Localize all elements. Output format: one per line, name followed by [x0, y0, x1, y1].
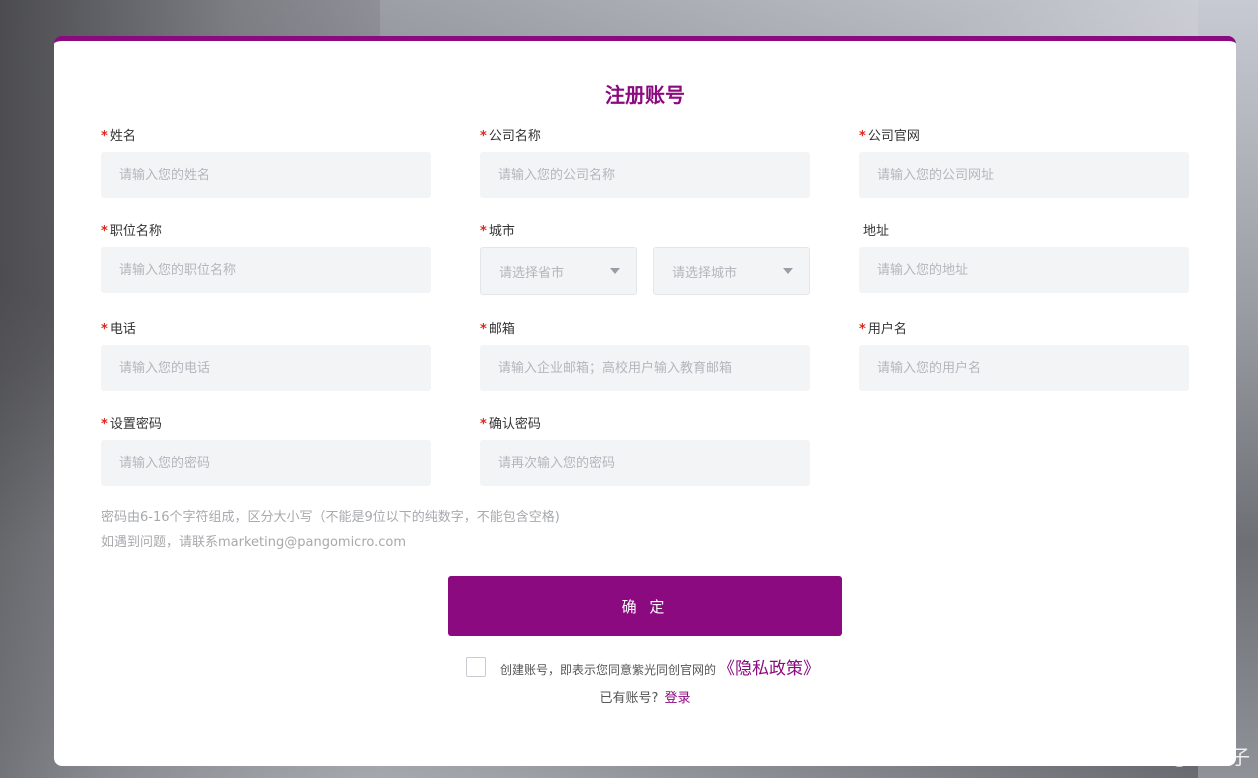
- position-field-group: * 职位名称: [101, 223, 431, 293]
- required-mark: *: [101, 224, 108, 239]
- password-label: * 设置密码: [101, 417, 162, 432]
- address-label: 地址: [863, 224, 890, 239]
- name-label: * 姓名: [101, 129, 136, 144]
- position-input[interactable]: [101, 247, 431, 293]
- confirm-password-label: * 确认密码: [480, 417, 541, 432]
- username-field-group: * 用户名: [859, 321, 1189, 391]
- submit-button[interactable]: 确 定: [448, 576, 842, 636]
- login-link[interactable]: 登录: [664, 691, 690, 706]
- website-input[interactable]: [859, 152, 1189, 198]
- required-mark: *: [101, 417, 108, 432]
- phone-field-group: * 电话: [101, 321, 431, 391]
- username-label: * 用户名: [859, 322, 907, 337]
- watermark: CSDN @桦林子: [1107, 747, 1250, 769]
- required-mark: *: [480, 322, 487, 337]
- required-mark: *: [101, 129, 108, 144]
- city-select[interactable]: 请选择城市: [653, 247, 810, 295]
- privacy-policy-link[interactable]: 《隐私政策》: [718, 659, 820, 679]
- agreement-text: 创建账号，即表示您同意紫光同创官网的 《隐私政策》: [500, 659, 821, 679]
- required-mark: *: [859, 129, 866, 144]
- required-mark: *: [480, 129, 487, 144]
- city-field-group: * 城市 请选择省市 请选择城市: [480, 223, 810, 295]
- city-label: * 城市: [480, 224, 515, 239]
- province-select[interactable]: 请选择省市: [480, 247, 637, 295]
- username-input[interactable]: [859, 345, 1189, 391]
- position-label: * 职位名称: [101, 224, 162, 239]
- password-field-group: * 设置密码: [101, 416, 431, 486]
- required-mark: *: [101, 322, 108, 337]
- required-mark: *: [480, 224, 487, 239]
- address-input[interactable]: [859, 247, 1189, 293]
- company-input[interactable]: [480, 152, 810, 198]
- required-mark: *: [480, 417, 487, 432]
- confirm-password-field-group: * 确认密码: [480, 416, 810, 486]
- company-field-group: * 公司名称: [480, 128, 810, 198]
- name-input[interactable]: [101, 152, 431, 198]
- contact-hint: 如遇到问题，请联系marketing@pangomicro.com: [101, 535, 407, 550]
- name-field-group: * 姓名: [101, 128, 431, 198]
- agreement-row: 创建账号，即表示您同意紫光同创官网的 《隐私政策》: [466, 654, 820, 679]
- website-label: * 公司官网: [859, 129, 920, 144]
- phone-input[interactable]: [101, 345, 431, 391]
- chevron-down-icon: [783, 268, 793, 274]
- login-row: 已有账号? 登录: [54, 687, 1236, 706]
- page-title: 注册账号: [605, 83, 685, 107]
- password-input[interactable]: [101, 440, 431, 486]
- confirm-password-input[interactable]: [480, 440, 810, 486]
- required-mark: *: [859, 322, 866, 337]
- email-label: * 邮箱: [480, 322, 515, 337]
- have-account-text: 已有账号?: [599, 691, 659, 706]
- register-card: 注册账号 *姓名 *公司名称 *公司官网 *职位名称 *城市 请选择省市 请选择…: [54, 36, 1236, 766]
- address-field-group: 地址: [859, 223, 1189, 293]
- chevron-down-icon: [610, 268, 620, 274]
- email-input[interactable]: [480, 345, 810, 391]
- agreement-checkbox[interactable]: [466, 656, 486, 677]
- city-select-placeholder: 请选择城市: [672, 265, 738, 281]
- company-label: * 公司名称: [480, 129, 541, 144]
- phone-label: * 电话: [101, 322, 136, 337]
- province-select-placeholder: 请选择省市: [499, 265, 565, 281]
- website-field-group: * 公司官网: [859, 128, 1189, 198]
- password-hint: 密码由6-16个字符组成，区分大小写（不能是9位以下的纯数字，不能包含空格): [101, 510, 560, 525]
- email-field-group: * 邮箱: [480, 321, 810, 391]
